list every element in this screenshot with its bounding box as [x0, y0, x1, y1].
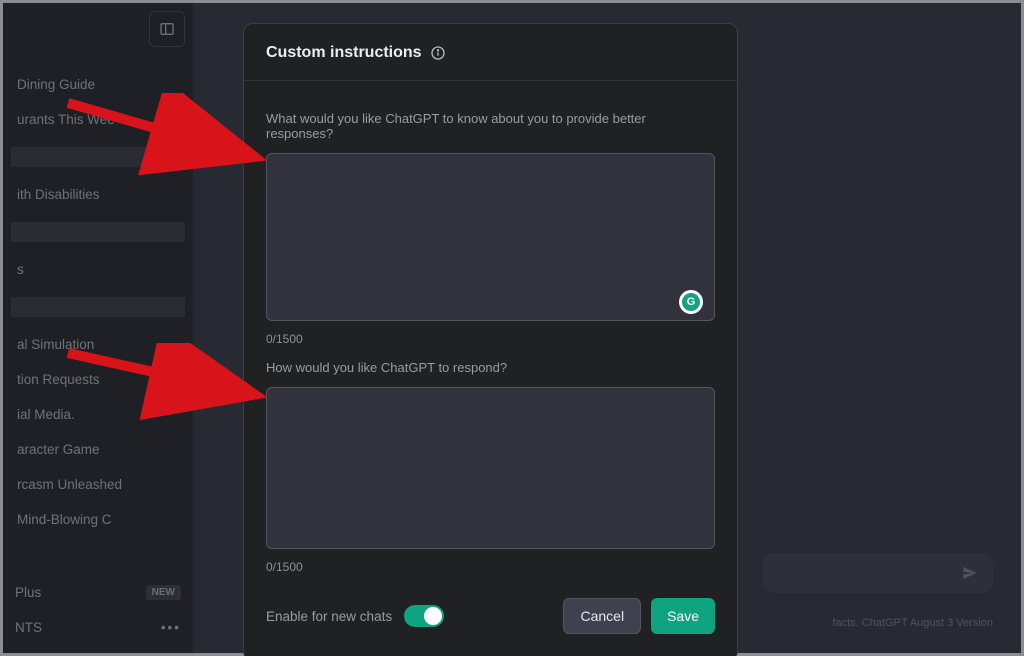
- respond-style-textarea[interactable]: [266, 387, 715, 549]
- modal-header: Custom instructions: [244, 24, 737, 81]
- save-button[interactable]: Save: [651, 598, 715, 634]
- info-icon[interactable]: [430, 45, 446, 61]
- field1-counter: 0/1500: [266, 332, 715, 346]
- modal-body: What would you like ChatGPT to know abou…: [244, 81, 737, 578]
- enable-toggle-label: Enable for new chats: [266, 609, 392, 624]
- grammarly-icon[interactable]: G: [679, 290, 703, 314]
- toggle-knob: [424, 607, 442, 625]
- modal-title: Custom instructions: [266, 44, 422, 62]
- field2-wrap: [266, 387, 715, 554]
- cancel-button[interactable]: Cancel: [563, 598, 641, 634]
- custom-instructions-modal: Custom instructions What would you like …: [243, 23, 738, 656]
- field2-label: How would you like ChatGPT to respond?: [266, 360, 715, 375]
- field1-wrap: G: [266, 153, 715, 326]
- about-you-textarea[interactable]: [266, 153, 715, 321]
- enable-toggle-row: Enable for new chats: [266, 605, 444, 627]
- app-frame: Dining Guide urants This Wee ith Disabil…: [0, 0, 1024, 656]
- field1-label: What would you like ChatGPT to know abou…: [266, 111, 715, 141]
- modal-footer: Enable for new chats Cancel Save: [244, 578, 737, 656]
- enable-toggle[interactable]: [404, 605, 444, 627]
- field2-counter: 0/1500: [266, 560, 715, 574]
